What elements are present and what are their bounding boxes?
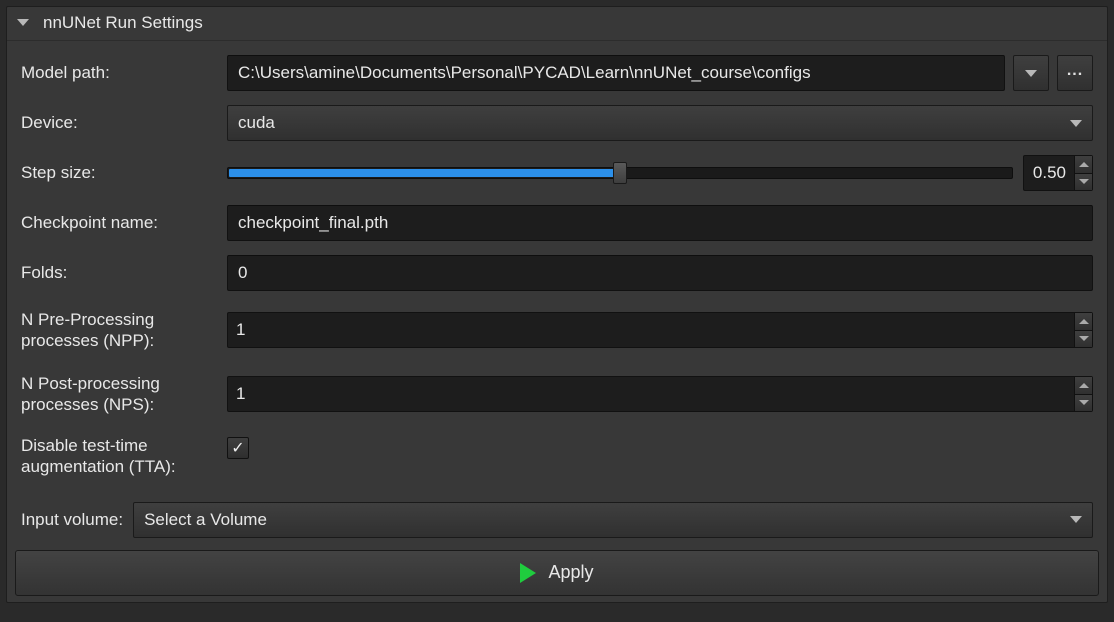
row-tta: Disable test-time augmentation (TTA): ✓ — [21, 433, 1093, 478]
panel-title: nnUNet Run Settings — [43, 13, 203, 33]
check-icon: ✓ — [231, 438, 244, 458]
slider-fill — [229, 169, 615, 177]
label-input-volume: Input volume: — [21, 510, 123, 530]
chevron-up-icon — [1079, 383, 1089, 388]
npp-down[interactable] — [1075, 331, 1092, 348]
panel-header[interactable]: nnUNet Run Settings — [7, 7, 1107, 41]
step-size-up[interactable] — [1075, 156, 1092, 174]
chevron-down-icon — [1079, 336, 1089, 341]
chevron-down-icon — [1070, 516, 1082, 523]
ellipsis-icon: ... — [1067, 62, 1083, 80]
nps-spinbox[interactable]: 1 — [227, 376, 1093, 412]
npp-up[interactable] — [1075, 313, 1092, 331]
label-checkpoint-name: Checkpoint name: — [21, 212, 227, 233]
row-input-volume: Input volume: Select a Volume — [13, 500, 1101, 540]
folds-input[interactable]: 0 — [227, 255, 1093, 291]
chevron-down-icon — [1079, 179, 1089, 184]
row-npp: N Pre-Processing processes (NPP): 1 — [21, 305, 1093, 355]
npp-spinbox[interactable]: 1 — [227, 312, 1093, 348]
model-path-input[interactable]: C:\Users\amine\Documents\Personal\PYCAD\… — [227, 55, 1005, 91]
settings-panel: nnUNet Run Settings Model path: C:\Users… — [6, 6, 1108, 603]
row-device: Device: cuda — [21, 105, 1093, 141]
input-volume-combo[interactable]: Select a Volume — [133, 502, 1093, 538]
label-tta: Disable test-time augmentation (TTA): — [21, 435, 227, 478]
browse-button[interactable]: ... — [1057, 55, 1093, 91]
chevron-up-icon — [1079, 319, 1089, 324]
step-size-spinbox[interactable]: 0.50 — [1023, 155, 1093, 191]
nps-down[interactable] — [1075, 395, 1092, 412]
panel-footer: Input volume: Select a Volume Apply — [7, 500, 1107, 602]
apply-label: Apply — [548, 562, 593, 583]
row-step-size: Step size: 0.50 — [21, 155, 1093, 191]
play-icon — [520, 563, 536, 583]
slider-thumb[interactable] — [613, 162, 627, 184]
step-size-slider[interactable] — [227, 155, 1013, 191]
label-step-size: Step size: — [21, 162, 227, 183]
tta-checkbox[interactable]: ✓ — [227, 437, 249, 459]
row-model-path: Model path: C:\Users\amine\Documents\Per… — [21, 55, 1093, 91]
apply-button[interactable]: Apply — [15, 550, 1099, 596]
row-folds: Folds: 0 — [21, 255, 1093, 291]
input-volume-value: Select a Volume — [144, 510, 267, 530]
label-nps: N Post-processing processes (NPS): — [21, 373, 227, 416]
label-model-path: Model path: — [21, 62, 227, 83]
row-checkpoint-name: Checkpoint name: checkpoint_final.pth — [21, 205, 1093, 241]
label-folds: Folds: — [21, 262, 227, 283]
nps-value[interactable]: 1 — [228, 377, 1074, 411]
device-value: cuda — [238, 113, 275, 133]
npp-value[interactable]: 1 — [228, 313, 1074, 347]
label-npp: N Pre-Processing processes (NPP): — [21, 309, 227, 352]
device-combo[interactable]: cuda — [227, 105, 1093, 141]
step-size-value[interactable]: 0.50 — [1024, 156, 1074, 190]
panel-body: Model path: C:\Users\amine\Documents\Per… — [7, 41, 1107, 500]
row-nps: N Post-processing processes (NPS): 1 — [21, 369, 1093, 419]
model-path-history-button[interactable] — [1013, 55, 1049, 91]
chevron-down-icon — [1079, 400, 1089, 405]
label-device: Device: — [21, 112, 227, 133]
chevron-down-icon — [1070, 120, 1082, 127]
chevron-down-icon — [1025, 70, 1037, 77]
chevron-up-icon — [1079, 162, 1089, 167]
checkpoint-name-input[interactable]: checkpoint_final.pth — [227, 205, 1093, 241]
step-size-down[interactable] — [1075, 174, 1092, 191]
collapse-triangle-icon — [17, 19, 29, 26]
nps-up[interactable] — [1075, 377, 1092, 395]
